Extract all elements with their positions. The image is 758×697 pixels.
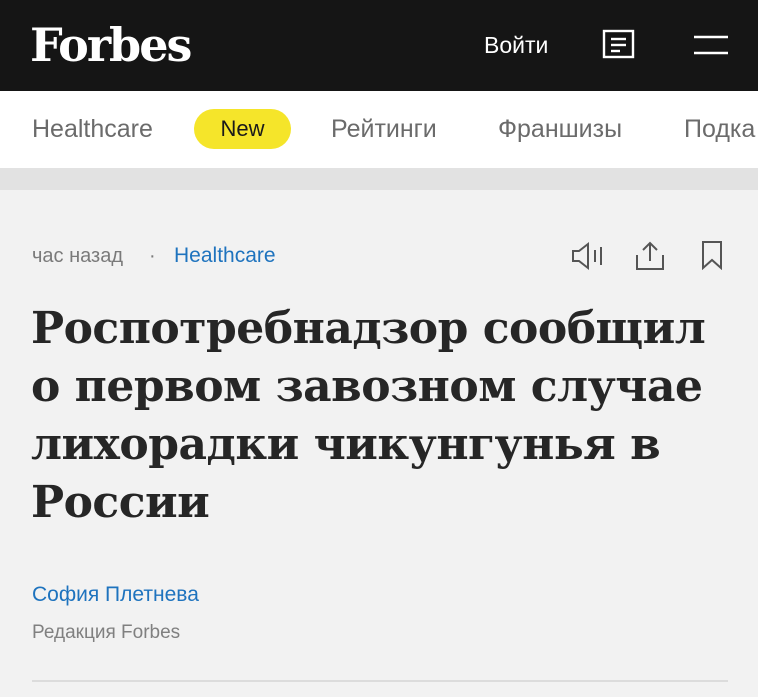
category-nav: Healthcare New Рейтинги Франшизы Подка bbox=[0, 91, 758, 168]
article-headline: Роспотребнадзор сообщил о первом завозно… bbox=[31, 303, 706, 528]
category-healthcare[interactable]: Healthcare bbox=[32, 114, 153, 144]
category-franchises[interactable]: Франшизы bbox=[498, 114, 622, 144]
forbes-logo[interactable]: Forbes bbox=[30, 17, 192, 73]
login-button[interactable]: Войти bbox=[484, 31, 548, 59]
search-icon[interactable] bbox=[600, 28, 638, 62]
content-divider bbox=[32, 680, 728, 682]
bookmark-icon[interactable] bbox=[700, 240, 724, 270]
article-timestamp: час назад bbox=[32, 245, 124, 267]
author-link[interactable]: София Плетнева bbox=[32, 583, 199, 607]
meta-separator: · bbox=[149, 245, 156, 267]
top-navigation-bar: Forbes Войти bbox=[0, 0, 758, 91]
category-podcasts[interactable]: Подка bbox=[684, 114, 755, 144]
category-ratings[interactable]: Рейтинги bbox=[331, 114, 437, 144]
article-category-link[interactable]: Healthcare bbox=[174, 244, 276, 268]
category-new-badge[interactable]: New bbox=[194, 109, 291, 149]
author-role: Редакция Forbes bbox=[32, 622, 181, 643]
listen-icon[interactable] bbox=[570, 240, 606, 272]
menu-icon[interactable] bbox=[694, 35, 728, 55]
section-divider-band bbox=[0, 168, 758, 190]
share-icon[interactable] bbox=[634, 240, 666, 272]
